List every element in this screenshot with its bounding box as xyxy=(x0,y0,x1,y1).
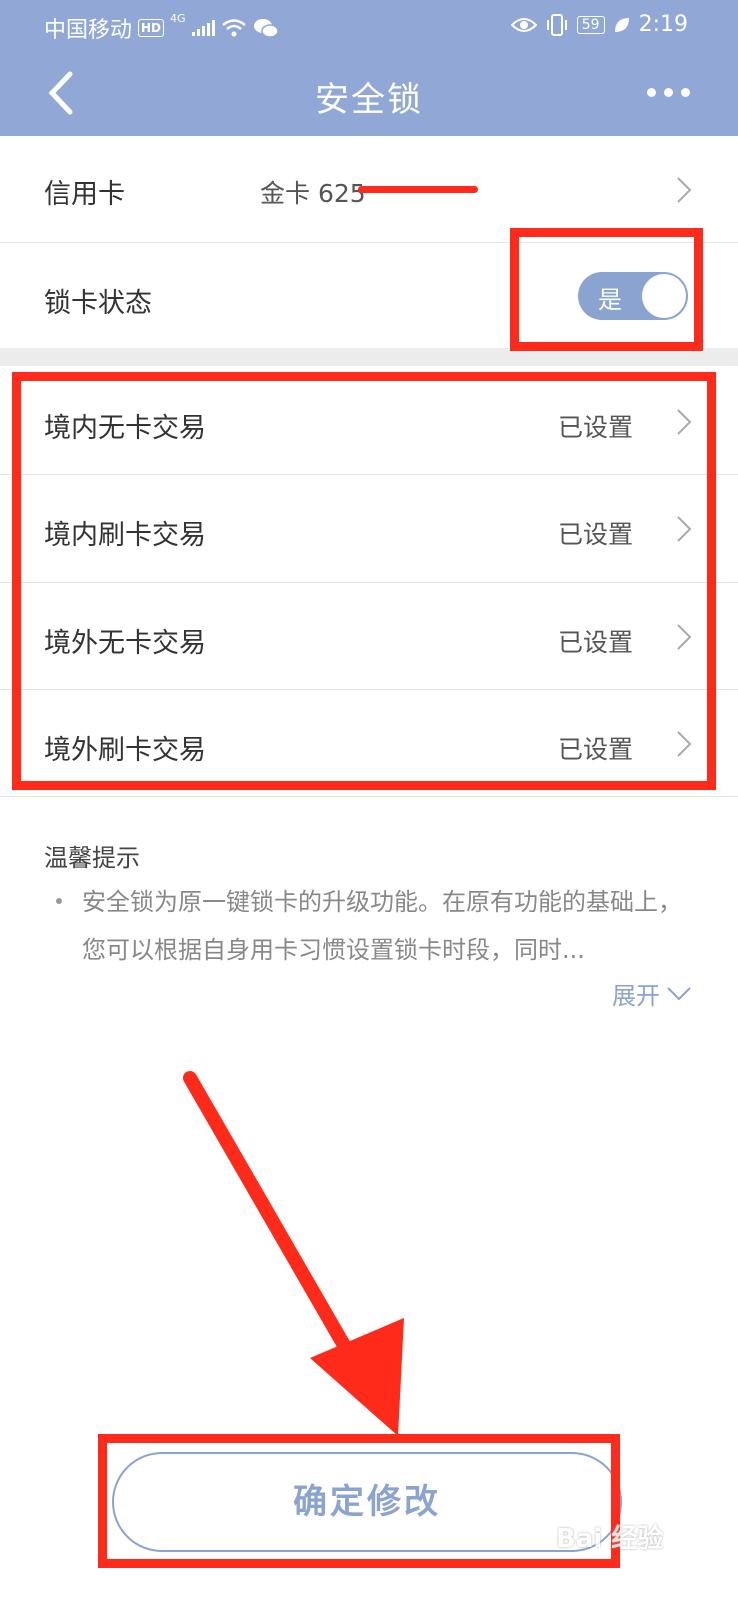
annotation-arrow xyxy=(183,1071,404,1436)
watermark-logo: Bai 经验 xyxy=(556,1524,664,1554)
